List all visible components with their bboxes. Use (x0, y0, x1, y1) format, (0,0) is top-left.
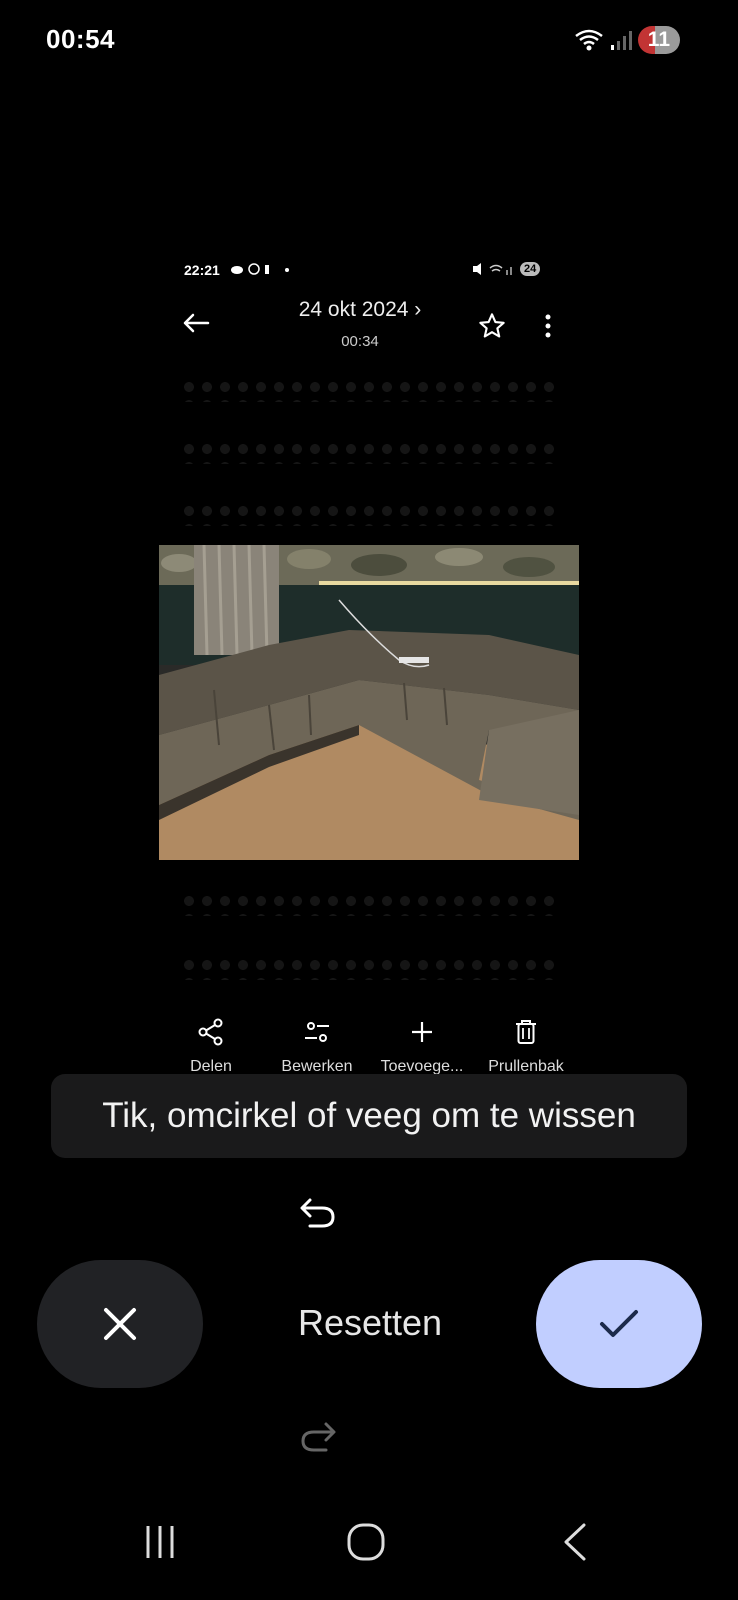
cloud-icon (231, 263, 289, 275)
confirm-button[interactable] (536, 1260, 702, 1388)
background-pattern (180, 892, 560, 916)
status-icons: 11 (574, 26, 680, 54)
home-icon[interactable] (346, 1522, 386, 1562)
status-time: 00:54 (46, 24, 115, 54)
inner-photo-time: 00:34 (341, 333, 379, 350)
mute-icon (473, 263, 512, 275)
background-pattern (180, 956, 560, 980)
star-icon[interactable] (478, 312, 506, 340)
inner-status-right: 24 (472, 262, 541, 276)
check-icon (600, 1310, 638, 1337)
inner-status-icons (230, 262, 300, 279)
close-icon (104, 1308, 136, 1340)
action-edit[interactable]: Bewerken (262, 1018, 372, 1076)
signal-icon (610, 31, 632, 50)
more-options-icon[interactable] (542, 313, 554, 339)
background-pattern (180, 378, 560, 402)
tune-icon (305, 1022, 329, 1042)
erase-hint-text: Tik, omcirkel of veeg om te wissen (102, 1096, 636, 1135)
background-pattern (180, 502, 560, 526)
redo-icon[interactable] (298, 1416, 338, 1456)
action-trash[interactable]: Prullenbak (471, 1018, 581, 1076)
share-icon (198, 1018, 223, 1046)
inner-status-time: 22:21 (184, 262, 220, 278)
inner-battery-badge: 24 (520, 262, 541, 276)
back-nav-icon[interactable] (560, 1522, 590, 1562)
sofa-photo-image (159, 545, 579, 860)
inner-photo-date[interactable]: 24 okt 2024 › (280, 298, 440, 322)
cancel-button[interactable] (37, 1260, 203, 1388)
trash-icon (516, 1020, 536, 1044)
action-add[interactable]: Toevoege... (367, 1018, 477, 1076)
back-arrow-icon[interactable] (182, 312, 210, 334)
photo-preview[interactable] (159, 545, 579, 860)
action-share[interactable]: Delen (156, 1018, 266, 1076)
erase-hint-toast: Tik, omcirkel of veeg om te wissen (51, 1074, 687, 1158)
undo-icon[interactable] (298, 1192, 338, 1232)
background-pattern (180, 440, 560, 464)
recent-apps-icon[interactable] (142, 1524, 178, 1560)
wifi-icon (575, 29, 603, 51)
notification-badge: 11 (637, 26, 680, 54)
reset-button[interactable]: Resetten (275, 1302, 465, 1344)
add-icon (412, 1022, 432, 1042)
